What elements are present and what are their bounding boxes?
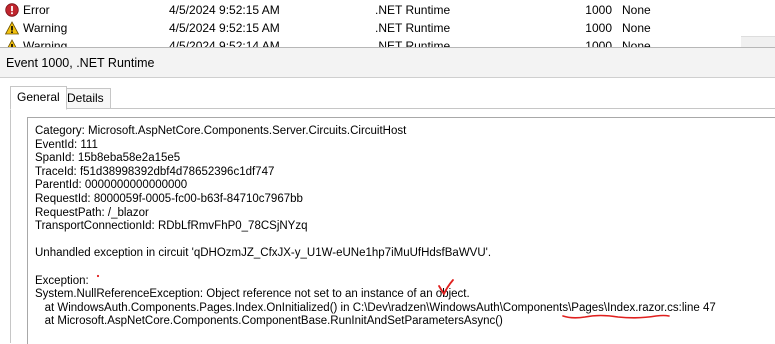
event-row[interactable]: Warning 4/5/2024 9:52:14 AM .NET Runtime… (0, 37, 741, 47)
event-date: 4/5/2024 9:52:15 AM (169, 3, 280, 17)
event-level: Error (23, 3, 50, 17)
general-tab-panel: Category: Microsoft.AspNetCore.Component… (10, 108, 775, 344)
tab-general[interactable]: General (10, 86, 67, 110)
event-date: 4/5/2024 9:52:14 AM (169, 39, 280, 47)
event-list[interactable]: Error 4/5/2024 9:52:15 AM .NET Runtime 1… (0, 0, 741, 47)
description-line: Exception: (35, 274, 89, 287)
event-detail-title: Event 1000, .NET Runtime (6, 56, 155, 70)
horizontal-scrollbar[interactable] (741, 36, 775, 47)
event-task: None (622, 39, 651, 47)
event-level: Warning (23, 39, 68, 47)
description-line: at WindowsAuth.Components.Pages.Index.On… (35, 301, 716, 314)
description-line: RequestId: 8000059f-0005-fc00-b63f-84710… (35, 193, 303, 205)
description-line: SpanId: 15b8eba58e2a15e5 (35, 152, 181, 165)
event-source: .NET Runtime (375, 39, 451, 47)
warning-icon (5, 21, 19, 35)
event-task: None (622, 21, 651, 35)
description-line: System.NullReferenceException: Object re… (35, 288, 470, 301)
description-line: TransportConnectionId: RDbLfRmvFhP0_78CS… (35, 220, 308, 233)
event-source: .NET Runtime (375, 21, 451, 35)
event-id: 1000 (585, 3, 612, 17)
description-line: Unhandled exception in circuit 'qDHOzmJZ… (35, 247, 492, 260)
event-row[interactable]: Error 4/5/2024 9:52:15 AM .NET Runtime 1… (0, 1, 741, 19)
description-line: ParentId: 0000000000000000 (35, 179, 188, 192)
event-description-box[interactable]: Category: Microsoft.AspNetCore.Component… (27, 117, 775, 344)
description-line: RequestPath: /_blazor (35, 206, 149, 219)
description-line: TraceId: f51d38998392dbf4d78652396c1df74… (35, 165, 275, 178)
description-line: Category: Microsoft.AspNetCore.Component… (35, 125, 407, 137)
event-date: 4/5/2024 9:52:15 AM (169, 21, 280, 35)
event-detail-header: Event 1000, .NET Runtime (0, 47, 775, 78)
event-id: 1000 (585, 39, 612, 47)
tab-details[interactable]: Details (60, 88, 111, 109)
event-row[interactable]: Warning 4/5/2024 9:52:15 AM .NET Runtime… (0, 19, 741, 37)
event-id: 1000 (585, 21, 612, 35)
event-task: None (622, 3, 651, 17)
error-icon (5, 3, 19, 17)
warning-icon (7, 39, 17, 47)
event-level: Warning (23, 21, 68, 35)
event-source: .NET Runtime (375, 3, 451, 17)
description-line: EventId: 111 (35, 138, 98, 151)
description-line: at Microsoft.AspNetCore.Components.Compo… (35, 315, 503, 328)
